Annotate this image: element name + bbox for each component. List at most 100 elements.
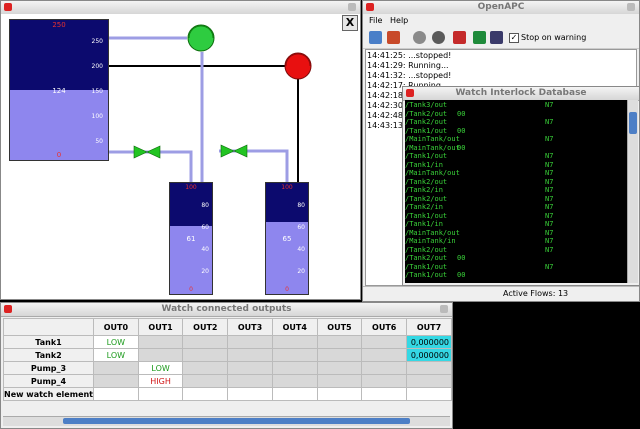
output-cell[interactable] — [137, 335, 184, 349]
interlock-path: /Tank2/out — [405, 194, 448, 203]
interlock-value: 00 — [457, 109, 466, 118]
run-icon[interactable] — [473, 31, 486, 44]
outputs-titlebar[interactable]: Watch connected outputs — [1, 303, 452, 317]
output-cell[interactable] — [93, 387, 139, 401]
output-cell[interactable] — [182, 361, 229, 375]
scroll-thumb[interactable] — [63, 418, 410, 424]
output-cell[interactable] — [361, 361, 408, 375]
output-cell[interactable] — [227, 374, 273, 388]
settings-icon[interactable] — [413, 31, 426, 44]
interlock-scrollbar[interactable] — [627, 100, 638, 283]
table-row: Tank1 LOW 0,000000 — [2, 335, 452, 349]
menu-file[interactable]: File — [369, 16, 382, 25]
output-cell[interactable] — [227, 335, 273, 349]
tank-2[interactable]: 100 65 0 80 60 40 20 — [265, 182, 309, 295]
tank-1[interactable]: 100 61 0 80 60 40 20 — [169, 182, 213, 295]
pump-4-icon[interactable] — [284, 52, 312, 80]
output-cell[interactable] — [271, 374, 318, 388]
row-header[interactable]: Pump_4 — [2, 374, 95, 388]
column-header[interactable]: OUT2 — [182, 318, 229, 336]
row-header[interactable]: Pump_3 — [2, 361, 95, 375]
minimize-icon[interactable] — [627, 3, 635, 11]
output-cell[interactable] — [316, 348, 363, 362]
output-cell[interactable] — [271, 361, 318, 375]
interlock-path: /Tank2/in — [405, 203, 443, 211]
tank-1-level-value: 61 — [186, 235, 196, 243]
output-cell[interactable] — [227, 348, 273, 362]
exit-icon[interactable] — [387, 31, 400, 44]
tools-icon[interactable] — [490, 31, 503, 44]
output-cell[interactable] — [93, 374, 139, 388]
output-cell[interactable]: 0,000000 — [406, 348, 452, 362]
output-cell[interactable]: HIGH — [137, 374, 184, 388]
output-cell[interactable] — [227, 361, 273, 375]
column-header[interactable]: OUT5 — [316, 318, 363, 336]
output-cell[interactable]: LOW — [93, 335, 139, 349]
pump-3-icon[interactable] — [187, 24, 215, 52]
hmi-titlebar[interactable] — [1, 1, 360, 15]
active-flows-status: Active Flows: 13 — [503, 289, 569, 298]
column-header[interactable]: OUT1 — [137, 318, 184, 336]
output-cell[interactable] — [316, 387, 363, 401]
output-cell[interactable] — [361, 374, 408, 388]
output-cell[interactable] — [182, 374, 229, 388]
tank-2-level-value: 65 — [282, 235, 292, 243]
scroll-thumb[interactable] — [629, 112, 637, 134]
output-cell[interactable] — [406, 361, 452, 375]
hmi-close-button[interactable]: X — [342, 15, 358, 31]
interlock-flag: N7 — [545, 160, 554, 169]
search-icon[interactable] — [432, 31, 445, 44]
menu-help[interactable]: Help — [390, 16, 408, 25]
outputs-scrollbar[interactable] — [3, 416, 450, 426]
output-cell[interactable] — [271, 348, 318, 362]
output-cell[interactable] — [316, 335, 363, 349]
column-header[interactable]: OUT3 — [227, 318, 273, 336]
valve-1-icon[interactable] — [133, 145, 161, 159]
interlock-flag: N7 — [545, 228, 554, 237]
menubar: File Help — [363, 14, 639, 28]
hmi-canvas: 250 124 0 250 200 150 100 50 100 61 0 80… — [1, 14, 360, 299]
output-cell[interactable] — [361, 387, 408, 401]
main-tank-tick: 100 — [91, 113, 103, 120]
stop-on-warning-checkbox[interactable]: ✓ — [509, 33, 519, 43]
tank-2-tick: 20 — [297, 268, 305, 275]
main-tank[interactable]: 250 124 0 250 200 150 100 50 — [9, 19, 109, 161]
output-cell[interactable] — [137, 387, 184, 401]
minimize-icon[interactable] — [348, 3, 356, 11]
hmi-window: 250 124 0 250 200 150 100 50 100 61 0 80… — [0, 0, 361, 300]
output-cell[interactable] — [182, 387, 229, 401]
valve-2-icon[interactable] — [220, 144, 248, 158]
output-cell[interactable] — [182, 335, 229, 349]
output-cell[interactable] — [271, 387, 318, 401]
output-cell[interactable] — [227, 387, 273, 401]
minimize-icon[interactable] — [440, 305, 448, 313]
pipe-to-tank2-inlet — [219, 149, 289, 182]
openapc-titlebar[interactable]: OpenAPC — [363, 1, 639, 15]
interlock-list[interactable]: /Tank3/out N7/Tank2/out 00/Tank2/out N7/Tan… — [405, 100, 627, 283]
row-header[interactable]: New watch element — [2, 387, 95, 401]
output-cell[interactable] — [406, 374, 452, 388]
output-cell[interactable]: LOW — [93, 348, 139, 362]
output-cell[interactable] — [406, 387, 452, 401]
output-cell[interactable] — [93, 361, 139, 375]
output-cell[interactable] — [137, 348, 184, 362]
column-header[interactable]: OUT4 — [271, 318, 318, 336]
column-header[interactable]: OUT7 — [406, 318, 452, 336]
output-cell[interactable] — [361, 335, 408, 349]
output-cell[interactable] — [361, 348, 408, 362]
flow-icon[interactable] — [453, 31, 466, 44]
open-icon[interactable] — [369, 31, 382, 44]
column-header[interactable]: OUT6 — [361, 318, 408, 336]
column-header[interactable]: OUT0 — [93, 318, 139, 336]
output-cell[interactable] — [316, 374, 363, 388]
interlock-titlebar[interactable]: Watch Interlock Database — [403, 87, 639, 101]
output-cell[interactable]: 0,000000 — [406, 335, 452, 349]
output-cell[interactable] — [316, 361, 363, 375]
row-header[interactable]: Tank2 — [2, 348, 95, 362]
close-window-icon[interactable] — [4, 3, 12, 11]
output-cell[interactable]: LOW — [137, 361, 184, 375]
output-cell[interactable] — [182, 348, 229, 362]
log-line: 14:41:29: Running... — [367, 61, 449, 70]
output-cell[interactable] — [271, 335, 318, 349]
row-header[interactable]: Tank1 — [2, 335, 95, 349]
